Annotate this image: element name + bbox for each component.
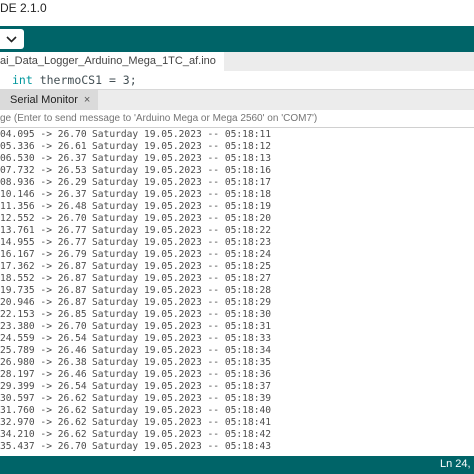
code-text: thermoCS1 = 3;	[32, 73, 137, 87]
serial-value: 08.936 -> 26.29	[0, 177, 87, 188]
serial-timestamp: Saturday 19.05.2023 -- 05:18:19	[92, 201, 272, 212]
serial-timestamp: Saturday 19.05.2023 -- 05:18:27	[92, 273, 272, 284]
serial-value: 17.362 -> 26.87	[0, 261, 87, 272]
serial-message-bar	[0, 110, 474, 128]
serial-value: 34.210 -> 26.62	[0, 429, 87, 440]
status-bar: Ln 24, Co	[0, 456, 474, 474]
serial-timestamp: Saturday 19.05.2023 -- 05:18:17	[92, 177, 272, 188]
serial-timestamp: Saturday 19.05.2023 -- 05:18:12	[92, 141, 272, 152]
serial-value: 29.399 -> 26.54	[0, 381, 87, 392]
serial-timestamp: Saturday 19.05.2023 -- 05:18:18	[92, 189, 272, 200]
serial-timestamp: Saturday 19.05.2023 -- 05:18:29	[92, 297, 272, 308]
serial-timestamp: Saturday 19.05.2023 -- 05:18:41	[92, 417, 272, 428]
serial-value: 06.530 -> 26.37	[0, 153, 87, 164]
serial-timestamp: Saturday 19.05.2023 -- 05:18:13	[92, 153, 272, 164]
serial-value: 24.559 -> 26.54	[0, 333, 87, 344]
title-bar: DE 2.1.0	[0, 0, 474, 26]
tab-sketch-file[interactable]: ai_Data_Logger_Arduino_Mega_1TC_af.ino	[0, 52, 224, 71]
serial-value: 28.197 -> 26.46	[0, 369, 87, 380]
serial-value: 12.552 -> 26.70	[0, 213, 87, 224]
window-title: DE 2.1.0	[0, 1, 47, 15]
serial-timestamp: Saturday 19.05.2023 -- 05:18:22	[92, 225, 272, 236]
chevron-down-icon	[6, 36, 17, 43]
serial-timestamp: Saturday 19.05.2023 -- 05:18:25	[92, 261, 272, 272]
code-editor-line[interactable]: int thermoCS1 = 3;	[0, 71, 474, 89]
serial-value: 26.980 -> 26.38	[0, 357, 87, 368]
serial-value: 20.946 -> 26.87	[0, 297, 87, 308]
serial-monitor-header: Serial Monitor ×	[0, 89, 474, 110]
serial-value: 35.437 -> 26.70	[0, 441, 87, 452]
serial-value: 31.760 -> 26.62	[0, 405, 87, 416]
serial-value: 10.146 -> 26.37	[0, 189, 87, 200]
serial-timestamp: Saturday 19.05.2023 -- 05:18:34	[92, 345, 272, 356]
serial-value: 23.380 -> 26.70	[0, 321, 87, 332]
editor-tab-strip: ai_Data_Logger_Arduino_Mega_1TC_af.ino	[0, 52, 474, 71]
serial-timestamp: Saturday 19.05.2023 -- 05:18:43	[92, 441, 272, 452]
serial-message-input[interactable]	[0, 110, 474, 127]
serial-timestamp: Saturday 19.05.2023 -- 05:18:33	[92, 333, 272, 344]
serial-value: 07.732 -> 26.53	[0, 165, 87, 176]
serial-timestamp: Saturday 19.05.2023 -- 05:18:11	[92, 129, 272, 140]
serial-value: 32.970 -> 26.62	[0, 417, 87, 428]
serial-timestamp: Saturday 19.05.2023 -- 05:18:28	[92, 285, 272, 296]
serial-value: 13.761 -> 26.77	[0, 225, 87, 236]
serial-timestamp: Saturday 19.05.2023 -- 05:18:16	[92, 165, 272, 176]
serial-value: 18.552 -> 26.87	[0, 273, 87, 284]
serial-timestamp: Saturday 19.05.2023 -- 05:18:20	[92, 213, 272, 224]
serial-value: 19.735 -> 26.87	[0, 285, 87, 296]
serial-timestamp: Saturday 19.05.2023 -- 05:18:30	[92, 309, 272, 320]
serial-value: 25.789 -> 26.46	[0, 345, 87, 356]
serial-timestamp: Saturday 19.05.2023 -- 05:18:37	[92, 381, 272, 392]
tab-serial-monitor[interactable]: Serial Monitor ×	[0, 90, 99, 110]
cursor-position: Ln 24, Co	[440, 458, 474, 470]
serial-timestamp: Saturday 19.05.2023 -- 05:18:39	[92, 393, 272, 404]
toolbar	[0, 26, 474, 52]
serial-value: 05.336 -> 26.61	[0, 141, 87, 152]
serial-timestamp: Saturday 19.05.2023 -- 05:18:24	[92, 249, 272, 260]
serial-timestamp: Saturday 19.05.2023 -- 05:18:42	[92, 429, 272, 440]
serial-monitor-tab-label: Serial Monitor	[10, 94, 78, 106]
code-keyword: int	[12, 73, 33, 87]
serial-value: 16.167 -> 26.79	[0, 249, 87, 260]
serial-value: 22.153 -> 26.85	[0, 309, 87, 320]
serial-timestamp: Saturday 19.05.2023 -- 05:18:31	[92, 321, 272, 332]
board-selector-button[interactable]	[0, 29, 24, 49]
serial-value: 14.955 -> 26.77	[0, 237, 87, 248]
serial-value: 30.597 -> 26.62	[0, 393, 87, 404]
serial-output[interactable]: 04.095 -> 26.70 Saturday 19.05.2023 -- 05…	[0, 128, 474, 458]
serial-timestamp: Saturday 19.05.2023 -- 05:18:36	[92, 369, 272, 380]
serial-timestamp: Saturday 19.05.2023 -- 05:18:35	[92, 357, 272, 368]
serial-timestamp: Saturday 19.05.2023 -- 05:18:40	[92, 405, 272, 416]
serial-timestamp: Saturday 19.05.2023 -- 05:18:23	[92, 237, 272, 248]
serial-value: 11.356 -> 26.48	[0, 201, 87, 212]
serial-value: 04.095 -> 26.70	[0, 129, 87, 140]
close-icon[interactable]: ×	[84, 94, 90, 106]
